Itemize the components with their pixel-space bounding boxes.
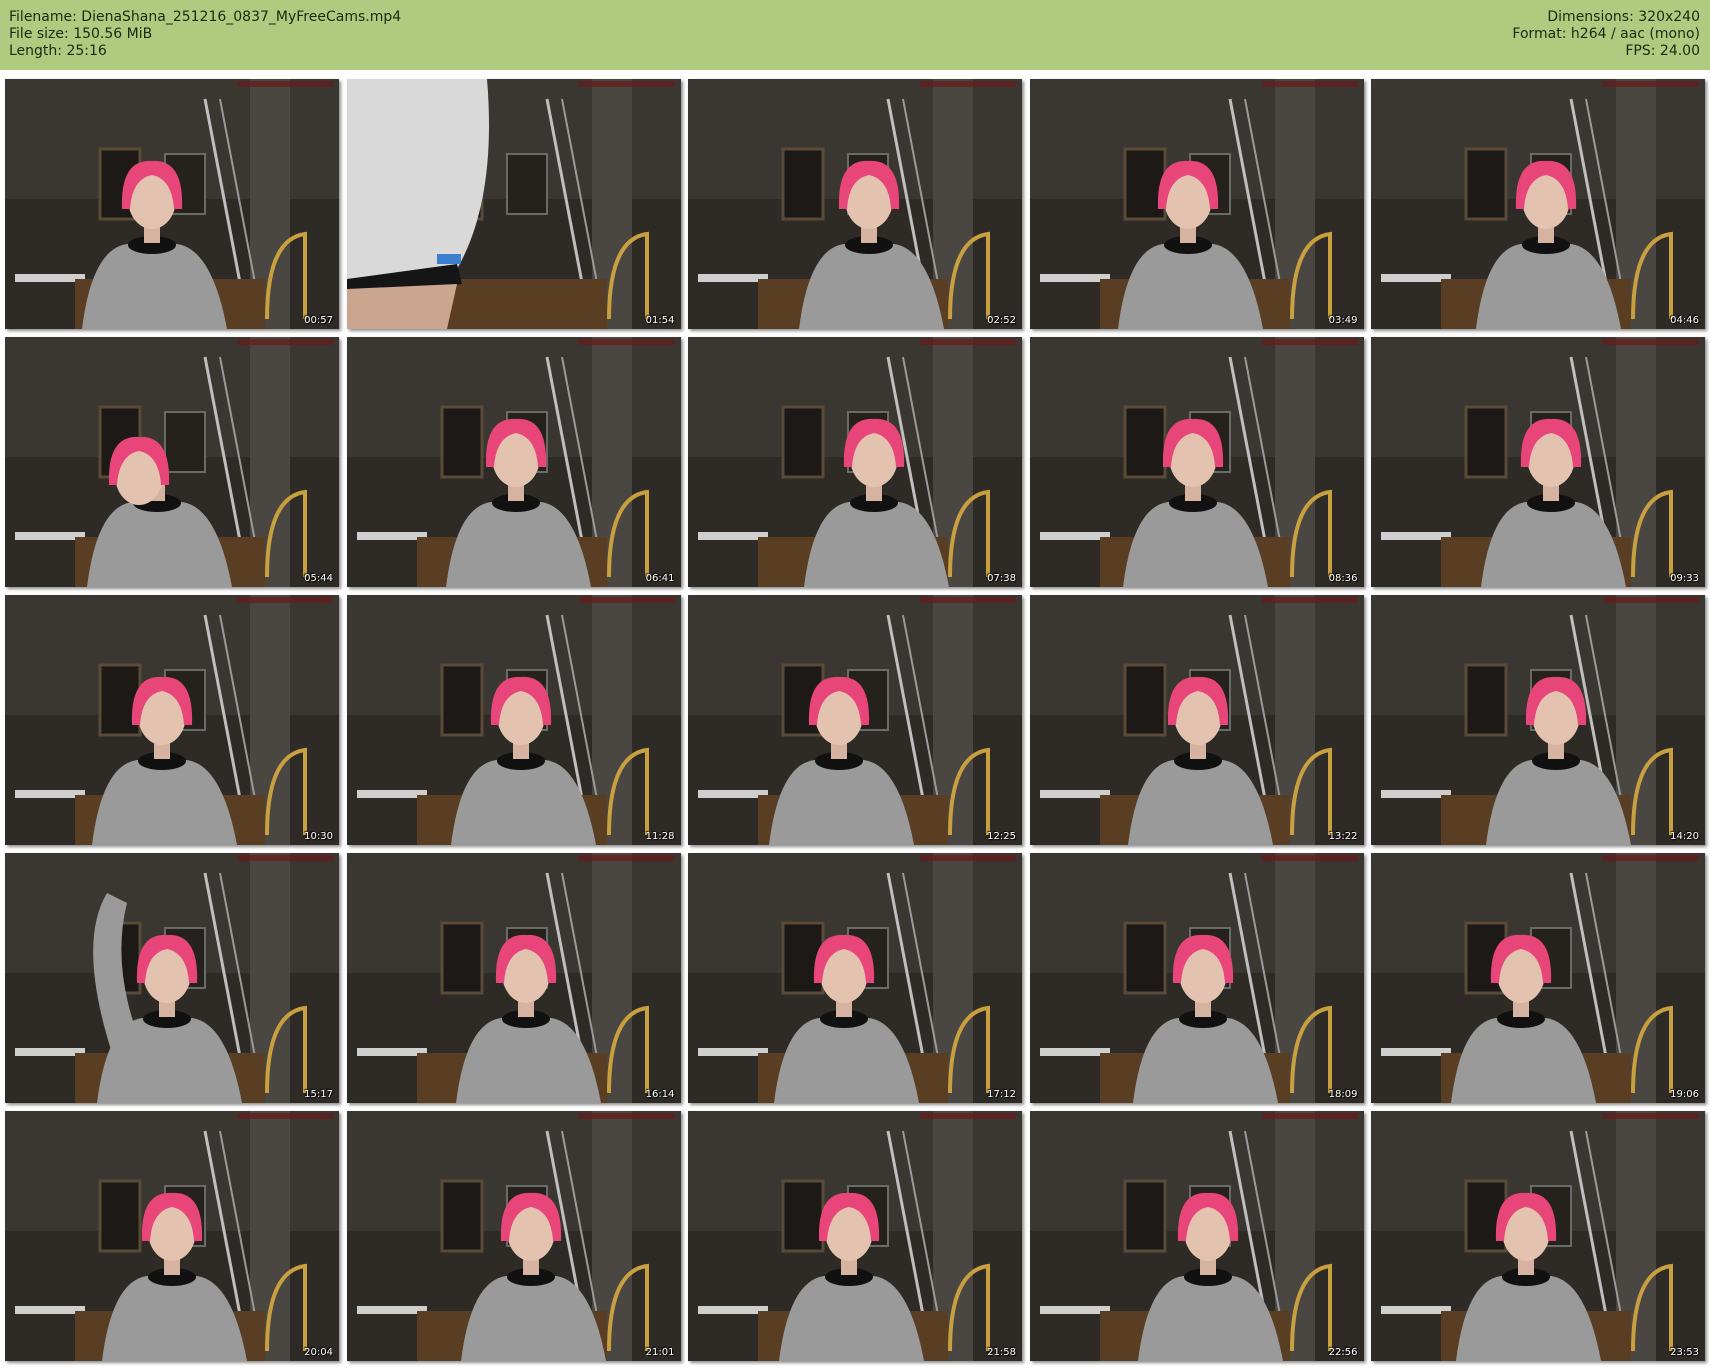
thumbnail-timestamp: 21:58 xyxy=(987,1347,1016,1358)
video-thumbnail[interactable]: 17:12 xyxy=(688,853,1022,1103)
video-frame-image xyxy=(346,1111,681,1361)
media-info: Dimensions: 320x240 Format: h264 / aac (… xyxy=(1512,9,1700,60)
thumbnail-timestamp: 13:22 xyxy=(1328,831,1358,842)
thumbnail-timestamp: 15:17 xyxy=(304,1089,333,1100)
video-frame-image xyxy=(1029,1111,1364,1361)
video-thumbnail[interactable]: 06:41 xyxy=(346,337,681,587)
video-thumbnail[interactable]: 21:01 xyxy=(346,1111,681,1361)
thumbnail-timestamp: 14:20 xyxy=(1670,831,1699,842)
thumbnail-timestamp: 09:33 xyxy=(1670,573,1699,584)
video-frame-image xyxy=(5,1111,339,1361)
video-thumbnail[interactable]: 03:49 xyxy=(1029,79,1364,329)
video-thumbnail[interactable]: 19:06 xyxy=(1371,853,1705,1103)
video-thumbnail[interactable]: 22:56 xyxy=(1029,1111,1364,1361)
thumbnail-timestamp: 18:09 xyxy=(1328,1089,1358,1100)
thumbnail-timestamp: 07:38 xyxy=(987,573,1016,584)
video-thumbnail[interactable]: 13:22 xyxy=(1029,595,1364,845)
video-frame-image xyxy=(688,1111,1022,1361)
thumbnail-timestamp: 17:12 xyxy=(987,1089,1016,1100)
thumbnail-timestamp: 21:01 xyxy=(645,1347,675,1358)
info-header: Filename: DienaShana_251216_0837_MyFreeC… xyxy=(0,0,1710,70)
length-text: Length: 25:16 xyxy=(9,43,107,59)
video-frame-image xyxy=(346,79,681,329)
video-thumbnail[interactable]: 15:17 xyxy=(5,853,339,1103)
filename-text: Filename: DienaShana_251216_0837_MyFreeC… xyxy=(9,9,402,25)
video-frame-image xyxy=(688,595,1022,845)
video-thumbnail[interactable]: 01:54 xyxy=(346,79,681,329)
video-thumbnail[interactable]: 10:30 xyxy=(5,595,339,845)
thumbnail-timestamp: 10:30 xyxy=(304,831,333,842)
video-thumbnail[interactable]: 21:58 xyxy=(688,1111,1022,1361)
thumbnail-timestamp: 08:36 xyxy=(1328,573,1358,584)
video-frame-image xyxy=(1029,337,1364,587)
video-frame-image xyxy=(1371,79,1705,329)
thumbnail-timestamp: 22:56 xyxy=(1328,1347,1358,1358)
video-frame-image xyxy=(688,337,1022,587)
video-frame-image xyxy=(1029,79,1364,329)
file-info: Filename: DienaShana_251216_0837_MyFreeC… xyxy=(9,9,401,60)
video-thumbnail[interactable]: 18:09 xyxy=(1029,853,1364,1103)
video-thumbnail[interactable]: 14:20 xyxy=(1371,595,1705,845)
video-frame-image xyxy=(5,337,339,587)
thumbnail-timestamp: 19:06 xyxy=(1670,1089,1699,1100)
video-frame-image xyxy=(5,853,339,1103)
video-frame-image xyxy=(346,853,681,1103)
video-thumbnail[interactable]: 02:52 xyxy=(688,79,1022,329)
video-thumbnail[interactable]: 16:14 xyxy=(346,853,681,1103)
video-thumbnail[interactable]: 04:46 xyxy=(1371,79,1705,329)
video-frame-image xyxy=(1371,1111,1705,1361)
dimensions-text: Dimensions: 320x240 xyxy=(1547,9,1700,25)
video-thumbnail[interactable]: 00:57 xyxy=(5,79,339,329)
thumbnail-timestamp: 01:54 xyxy=(645,315,675,326)
video-frame-image xyxy=(1029,595,1364,845)
video-thumbnail[interactable]: 07:38 xyxy=(688,337,1022,587)
video-frame-image xyxy=(1029,853,1364,1103)
video-frame-image xyxy=(346,595,681,845)
video-frame-image xyxy=(5,79,339,329)
fps-text: FPS: 24.00 xyxy=(1625,43,1700,59)
thumbnail-timestamp: 00:57 xyxy=(304,315,333,326)
thumbnail-timestamp: 20:04 xyxy=(304,1347,333,1358)
thumbnail-timestamp: 11:28 xyxy=(645,831,675,842)
video-frame-image xyxy=(688,79,1022,329)
video-thumbnail[interactable]: 05:44 xyxy=(5,337,339,587)
video-frame-image xyxy=(1371,853,1705,1103)
video-frame-image xyxy=(346,337,681,587)
video-thumbnail[interactable]: 23:53 xyxy=(1371,1111,1705,1361)
thumbnail-timestamp: 05:44 xyxy=(304,573,333,584)
video-thumbnail[interactable]: 11:28 xyxy=(346,595,681,845)
thumbnail-timestamp: 16:14 xyxy=(645,1089,675,1100)
video-thumbnail[interactable]: 20:04 xyxy=(5,1111,339,1361)
thumbnail-timestamp: 06:41 xyxy=(645,573,675,584)
thumbnail-timestamp: 12:25 xyxy=(987,831,1016,842)
video-thumbnail[interactable]: 09:33 xyxy=(1371,337,1705,587)
video-frame-image xyxy=(688,853,1022,1103)
thumbnail-timestamp: 04:46 xyxy=(1670,315,1699,326)
thumbnail-grid: 00:57 01:54 02:52 03:49 04:46 05:44 06:41 07:38… xyxy=(5,79,1707,1365)
video-thumbnail[interactable]: 12:25 xyxy=(688,595,1022,845)
thumbnail-timestamp: 23:53 xyxy=(1670,1347,1699,1358)
video-frame-image xyxy=(1371,337,1705,587)
video-frame-image xyxy=(5,595,339,845)
thumbnail-timestamp: 03:49 xyxy=(1328,315,1358,326)
thumbnail-timestamp: 02:52 xyxy=(987,315,1016,326)
filesize-text: File size: 150.56 MiB xyxy=(9,26,153,42)
video-thumbnail[interactable]: 08:36 xyxy=(1029,337,1364,587)
video-frame-image xyxy=(1371,595,1705,845)
format-text: Format: h264 / aac (mono) xyxy=(1512,26,1700,42)
